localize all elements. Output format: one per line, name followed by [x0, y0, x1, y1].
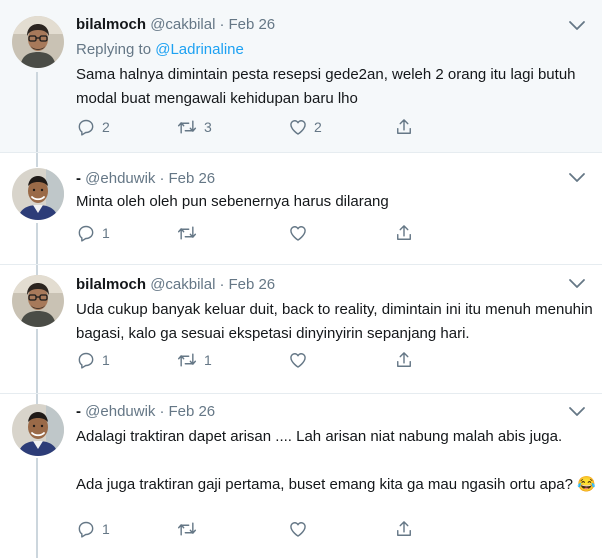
like-button[interactable]	[288, 518, 314, 540]
user-handle[interactable]: @cakbilal	[150, 276, 215, 293]
share-icon	[394, 519, 414, 539]
separator: ·	[219, 16, 225, 33]
reply-count: 1	[102, 225, 110, 241]
share-icon	[394, 223, 414, 243]
thread-line	[36, 458, 38, 558]
share-button[interactable]	[394, 349, 414, 371]
retweet-icon	[176, 519, 198, 539]
tweet-text: Sama halnya dimintain pesta resepsi gede…	[76, 66, 576, 107]
chevron-down-icon[interactable]	[568, 406, 586, 418]
user-handle[interactable]: @ehduwik	[85, 170, 155, 187]
tweet-actions: 1	[76, 518, 436, 540]
avatar[interactable]	[12, 168, 64, 220]
user-handle[interactable]: @ehduwik	[85, 403, 155, 420]
display-name[interactable]: -	[76, 403, 81, 420]
tweet-header: bilalmoch @cakbilal · Feb 26	[76, 15, 275, 35]
share-button[interactable]	[394, 222, 414, 244]
timestamp[interactable]: Feb 26	[168, 403, 215, 420]
thread-line	[36, 265, 38, 275]
reply-count: 1	[102, 521, 110, 537]
avatar[interactable]	[12, 275, 64, 327]
reply-button[interactable]: 1	[76, 349, 110, 371]
retweet-button[interactable]: 3	[176, 116, 212, 138]
thread-line	[36, 394, 38, 404]
display-name[interactable]: bilalmoch	[76, 16, 146, 33]
heart-icon	[288, 350, 308, 370]
tweet-2[interactable]: - @ehduwik · Feb 26 Minta oleh oleh pun se…	[0, 153, 602, 265]
reply-button[interactable]: 1	[76, 518, 110, 540]
replying-prefix: Replying to	[76, 41, 152, 58]
like-button[interactable]: 2	[288, 116, 322, 138]
tweet-actions: 2 3 2	[76, 116, 436, 138]
reply-button[interactable]: 2	[76, 116, 110, 138]
separator: ·	[219, 276, 225, 293]
retweet-button[interactable]	[176, 518, 204, 540]
chevron-down-icon[interactable]	[568, 20, 586, 32]
thread-line	[36, 329, 38, 393]
mention-link[interactable]: @Ladrinaline	[155, 41, 244, 58]
separator: ·	[159, 403, 165, 420]
chevron-down-icon[interactable]	[568, 278, 586, 290]
tweet-text: Uda cukup banyak keluar duit, back to re…	[76, 301, 593, 342]
timestamp[interactable]: Feb 26	[228, 276, 275, 293]
reply-icon	[76, 223, 96, 243]
share-icon	[394, 117, 414, 137]
display-name[interactable]: bilalmoch	[76, 276, 146, 293]
heart-icon	[288, 223, 308, 243]
retweet-count: 3	[204, 119, 212, 135]
reply-button[interactable]: 1	[76, 222, 110, 244]
heart-icon	[288, 117, 308, 137]
user-handle[interactable]: @cakbilal	[150, 16, 215, 33]
avatar[interactable]	[12, 404, 64, 456]
tweet-actions: 1	[76, 222, 436, 244]
chevron-down-icon[interactable]	[568, 172, 586, 184]
avatar[interactable]	[12, 16, 64, 68]
reply-icon	[76, 117, 96, 137]
retweet-icon	[176, 223, 198, 243]
reply-count: 2	[102, 119, 110, 135]
tweet-header: bilalmoch @cakbilal · Feb 26	[76, 275, 275, 295]
tweet-text: Minta oleh oleh pun sebenernya harus dil…	[76, 193, 389, 210]
reply-icon	[76, 350, 96, 370]
tweet-3[interactable]: bilalmoch @cakbilal · Feb 26 Uda cukup ban…	[0, 265, 602, 394]
retweet-icon	[176, 350, 198, 370]
thread-line	[36, 153, 38, 167]
retweet-button[interactable]	[176, 222, 204, 244]
like-button[interactable]	[288, 349, 314, 371]
thread-line	[36, 72, 38, 152]
like-count: 2	[314, 119, 322, 135]
share-button[interactable]	[394, 116, 414, 138]
separator: ·	[159, 170, 165, 187]
retweet-icon	[176, 117, 198, 137]
timestamp[interactable]: Feb 26	[168, 170, 215, 187]
retweet-count: 1	[204, 352, 212, 368]
tweet-4[interactable]: - @ehduwik · Feb 26 Adalagi traktiran dape…	[0, 394, 602, 558]
tweet-1[interactable]: bilalmoch @cakbilal · Feb 26 Replying to @…	[0, 0, 602, 153]
share-icon	[394, 350, 414, 370]
thread-line	[36, 223, 38, 264]
retweet-button[interactable]: 1	[176, 349, 212, 371]
heart-icon	[288, 519, 308, 539]
share-button[interactable]	[394, 518, 414, 540]
reply-icon	[76, 519, 96, 539]
reply-count: 1	[102, 352, 110, 368]
tweet-header: - @ehduwik · Feb 26	[76, 402, 215, 422]
tweet-actions: 1 1	[76, 349, 436, 371]
like-button[interactable]	[288, 222, 314, 244]
tweet-header: - @ehduwik · Feb 26	[76, 169, 215, 189]
display-name[interactable]: -	[76, 170, 81, 187]
replying-to: Replying to @Ladrinaline	[76, 40, 244, 60]
tweet-text: Adalagi traktiran dapet arisan .... Lah …	[76, 428, 596, 493]
timestamp[interactable]: Feb 26	[228, 16, 275, 33]
